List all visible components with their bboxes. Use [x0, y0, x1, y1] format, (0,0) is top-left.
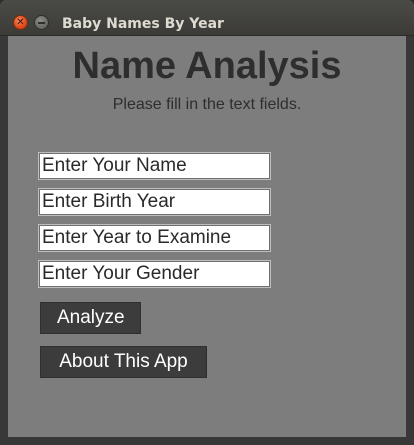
- minimize-bar: [38, 21, 45, 24]
- instructions-text: Please fill in the text fields.: [112, 96, 302, 113]
- main-panel: Name Analysis Please fill in the text fi…: [8, 36, 406, 437]
- analyze-button[interactable]: Analyze: [40, 302, 141, 334]
- app-window: ✕ Baby Names By Year Name Analysis Pleas…: [0, 0, 414, 445]
- name-field[interactable]: [38, 152, 271, 180]
- minimize-icon[interactable]: [34, 15, 49, 30]
- window-title: Baby Names By Year: [62, 16, 224, 32]
- gender-field[interactable]: [38, 260, 271, 288]
- about-button[interactable]: About This App: [40, 346, 207, 378]
- title-bar[interactable]: ✕ Baby Names By Year: [0, 0, 414, 36]
- examine-year-field[interactable]: [38, 224, 271, 252]
- birth-year-field[interactable]: [38, 188, 271, 216]
- close-icon[interactable]: ✕: [13, 15, 28, 30]
- page-title: Name Analysis: [72, 45, 342, 87]
